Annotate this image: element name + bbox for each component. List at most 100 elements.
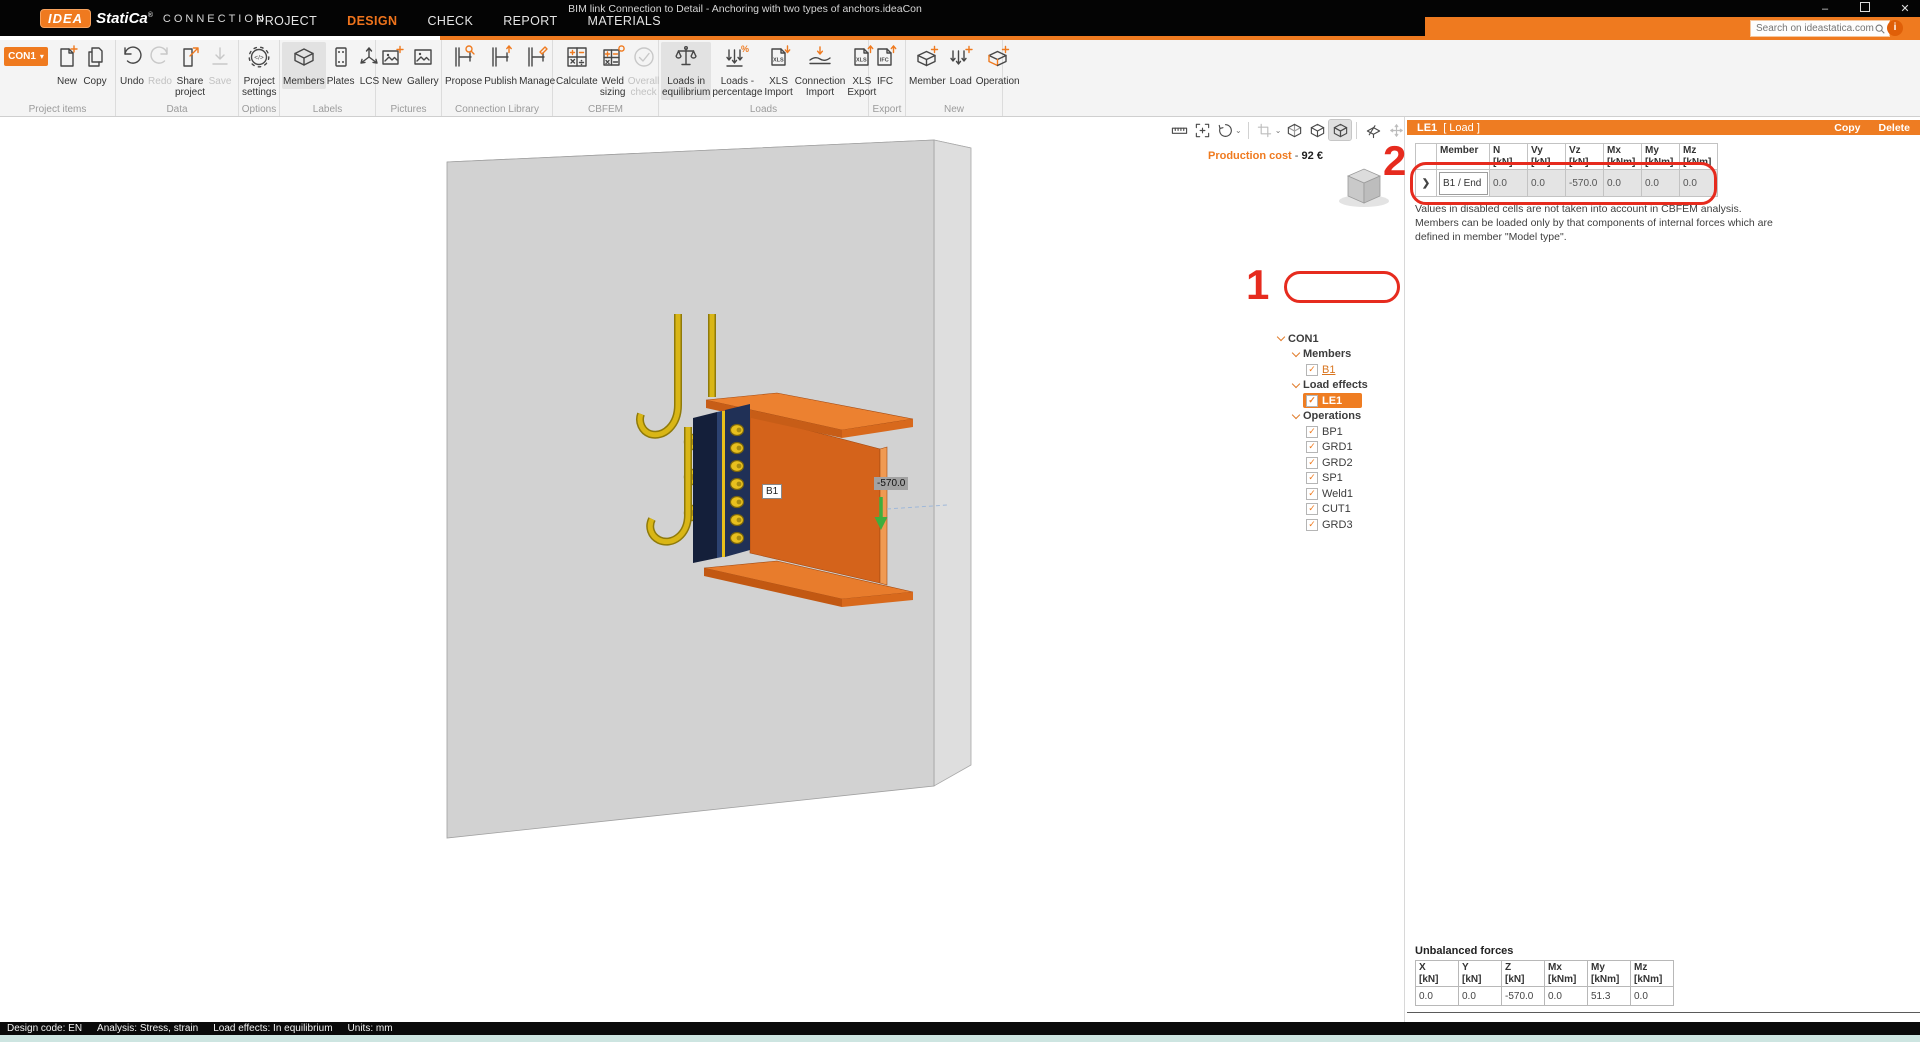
checkbox-checked[interactable]: ✓	[1306, 472, 1318, 484]
tree-item-bp1[interactable]: ✓BP1	[1276, 424, 1403, 440]
tree-section-operations[interactable]: Operations	[1276, 409, 1403, 425]
checkbox-checked[interactable]: ✓	[1306, 395, 1318, 407]
orbit-dropdown-caret[interactable]: ⌄	[1235, 126, 1242, 135]
ribbon-group-label: Export	[869, 104, 905, 115]
ribbon-button-ifc[interactable]: IFCIFC	[871, 42, 899, 89]
tree-item-selected[interactable]: ✓LE1	[1303, 393, 1362, 408]
transform-icon	[1256, 122, 1273, 139]
ribbon-button-load[interactable]: Load	[947, 42, 975, 89]
save-icon	[207, 44, 233, 75]
menu-project[interactable]: PROJECT	[256, 14, 317, 28]
cube-hidden-line-icon	[1309, 122, 1326, 139]
ribbon-button-propose[interactable]: Propose	[444, 42, 483, 89]
search-input[interactable]	[1751, 23, 1874, 34]
ribbon-button-publish[interactable]: Publish	[483, 42, 518, 89]
checkbox-checked[interactable]: ✓	[1306, 426, 1318, 438]
ribbon-button-xls-import[interactable]: XLSXLS Import	[763, 42, 793, 100]
ribbon-button-label: Load	[950, 76, 972, 87]
viewport-3d[interactable]: B1 -570.0 ⌄ ⌄ Production cost - 92 € CON1…	[0, 117, 1403, 1022]
checkbox-checked[interactable]: ✓	[1306, 503, 1318, 515]
menu-check[interactable]: CHECK	[427, 14, 473, 28]
unbalanced-column-z: Z[kN]	[1502, 961, 1545, 987]
ribbon-button-manage[interactable]: Manage	[518, 42, 556, 89]
tree-item-weld1[interactable]: ✓Weld1	[1276, 486, 1403, 502]
tree-section-load-effects[interactable]: Load effects	[1276, 378, 1403, 394]
tree-section-members[interactable]: Members	[1276, 347, 1403, 363]
svg-text:</>: </>	[255, 55, 265, 62]
ribbon-button-plates[interactable]: Plates	[326, 42, 356, 89]
ribbon-button-project-settings[interactable]: </>Project settings	[241, 42, 277, 100]
ribbon-button-loads-percentage[interactable]: %Loads - percentage	[711, 42, 763, 100]
cube-hidden-line-button[interactable]	[1306, 120, 1328, 140]
status-load-effects: Load effects: In equilibrium	[213, 1023, 332, 1034]
close-button[interactable]: ✕	[1896, 2, 1914, 15]
tree-item-sp1[interactable]: ✓SP1	[1276, 471, 1403, 487]
chevron-down-icon[interactable]	[1292, 349, 1300, 357]
ribbon-group-data: UndoRedoShare projectSaveData	[116, 40, 239, 116]
clipping-button[interactable]	[1362, 120, 1384, 140]
ribbon-button-new[interactable]: New	[378, 42, 406, 89]
unbalanced-value-cell: 0.0	[1459, 987, 1502, 1006]
ribbon-button-members[interactable]: Members	[282, 42, 326, 89]
ribbon-button-loads-in-equilibrium[interactable]: Loads in equilibrium	[661, 42, 711, 100]
idea-statica-connection-window: IDEA StatiCa® CONNECTION PROJECT DESIGN …	[0, 0, 1920, 1042]
connection-selector[interactable]: CON1▾	[4, 47, 48, 66]
info-icon[interactable]: i	[1887, 20, 1903, 36]
checkbox-checked[interactable]: ✓	[1306, 519, 1318, 531]
ribbon-button-undo[interactable]: Undo	[118, 42, 146, 89]
base-plate-side	[693, 412, 717, 563]
delete-button[interactable]: Delete	[1878, 122, 1910, 134]
zoom-fit-button[interactable]	[1191, 120, 1213, 140]
checkbox-checked[interactable]: ✓	[1306, 488, 1318, 500]
tree-item-cut1[interactable]: ✓CUT1	[1276, 502, 1403, 518]
ribbon-button-gallery[interactable]: Gallery	[406, 42, 440, 89]
chevron-down-icon[interactable]	[1292, 380, 1300, 388]
measure-button[interactable]	[1168, 120, 1190, 140]
tree-root-con1[interactable]: CON1	[1276, 331, 1403, 347]
ribbon-button-copy[interactable]: Copy	[81, 42, 109, 89]
ribbon-button-new[interactable]: New	[53, 42, 81, 89]
menu-materials[interactable]: MATERIALS	[588, 14, 662, 28]
ribbon-button-calculate[interactable]: Calculate	[555, 42, 599, 89]
ribbon-group-label: Connection Library	[442, 104, 552, 115]
transform-button	[1254, 120, 1276, 140]
menu-design[interactable]: DESIGN	[347, 14, 397, 28]
ribbon-button-share-project[interactable]: Share project	[174, 42, 206, 100]
status-bar: Design code: EN Analysis: Stress, strain…	[0, 1022, 1920, 1035]
orbit-button[interactable]	[1214, 120, 1236, 140]
tree-item-le1[interactable]: ✓LE1	[1276, 393, 1403, 409]
annotation-circle-load-row	[1410, 162, 1717, 205]
ribbon-button-member[interactable]: Member	[908, 42, 947, 89]
ribbon-group-pictures: NewGalleryPictures	[376, 40, 442, 116]
chevron-down-icon[interactable]	[1277, 333, 1285, 341]
registered-mark: ®	[148, 12, 153, 19]
load-value-label[interactable]: -570.0	[874, 477, 908, 490]
minimize-button[interactable]: –	[1816, 3, 1834, 15]
tree-item-grd2[interactable]: ✓GRD2	[1276, 455, 1403, 471]
copy-button[interactable]: Copy	[1834, 122, 1860, 134]
ribbon-button-connection-import[interactable]: Connection Import	[794, 42, 847, 100]
panel-divider	[1407, 1012, 1920, 1013]
checkbox-checked[interactable]: ✓	[1306, 364, 1318, 376]
checkbox-checked[interactable]: ✓	[1306, 441, 1318, 453]
annotation-step-1: 1	[1246, 264, 1269, 306]
menu-report[interactable]: REPORT	[503, 14, 557, 28]
unbalanced-column-mx: Mx[kNm]	[1545, 961, 1588, 987]
tree-item-grd1[interactable]: ✓GRD1	[1276, 440, 1403, 456]
transform-dropdown-caret[interactable]: ⌄	[1275, 126, 1282, 135]
ribbon-button-label: Save	[209, 76, 232, 87]
checkbox-checked[interactable]: ✓	[1306, 457, 1318, 469]
tree-item-grd3[interactable]: ✓GRD3	[1276, 517, 1403, 533]
ribbon-button-label: Redo	[148, 76, 172, 87]
cube-wireframe-button[interactable]	[1283, 120, 1305, 140]
chevron-down-icon[interactable]	[1292, 411, 1300, 419]
cube-solid-button[interactable]	[1329, 120, 1351, 140]
maximize-button[interactable]	[1856, 2, 1874, 15]
production-cost: Production cost - 92 €	[1208, 150, 1323, 162]
ribbon-button-operation[interactable]: Operation	[975, 42, 1021, 89]
tree-item-b1[interactable]: ✓B1	[1276, 362, 1403, 378]
member-label-b1[interactable]: B1	[762, 484, 782, 499]
redo-icon	[147, 44, 173, 75]
ribbon-button-weld-sizing[interactable]: Weld sizing	[599, 42, 627, 100]
ribbon-button-label: Share project	[175, 76, 205, 98]
